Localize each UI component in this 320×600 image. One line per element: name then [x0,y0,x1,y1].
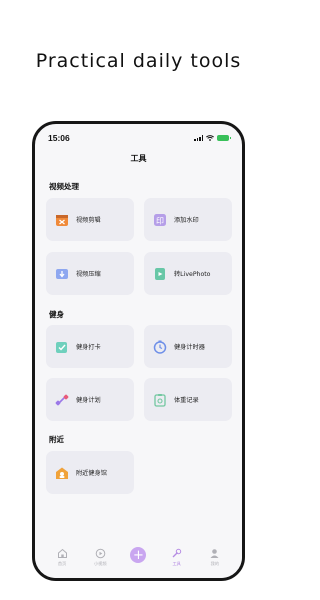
signal-icon [194,135,203,141]
profile-icon [209,548,220,559]
tab-tools[interactable]: 工具 [162,548,192,567]
scissors-icon [55,213,69,227]
timer-icon [153,340,167,354]
tool-card-video-compress[interactable]: 视频压缩 [46,252,134,295]
tab-profile[interactable]: 我的 [200,548,230,567]
tool-card-video-edit[interactable]: 视频剪辑 [46,198,134,241]
tool-card-label: 健身打卡 [76,344,101,351]
section-title-nearby: 附近 [49,435,64,444]
dumbbell-icon [55,393,69,407]
status-icons [194,135,231,141]
tab-label: 小视频 [93,561,107,566]
tools-icon [171,548,182,559]
tool-card-label: 健身计划 [76,397,101,404]
tool-card-livephoto[interactable]: 转LivePhoto [144,252,232,295]
plus-icon: + [130,547,147,563]
tool-card-label: 视频压缩 [76,271,101,278]
tab-label: 工具 [172,561,181,566]
scale-icon [153,393,167,407]
status-bar: 15:06 [35,124,242,146]
tab-create[interactable]: + [123,547,153,563]
tab-label: 首页 [57,561,67,566]
svg-text:印: 印 [156,216,164,225]
page-title: 工具 [130,154,147,163]
marketing-headline: Practical daily tools [35,50,242,72]
tool-card-fitness-plan[interactable]: 健身计划 [46,378,134,421]
tool-card-label: 健身计时器 [174,344,205,351]
tab-home[interactable]: 首页 [47,548,77,567]
section-title-video: 视频处理 [49,182,79,191]
tool-card-label: 视频剪辑 [76,217,101,224]
stamp-icon: 印 [153,213,167,227]
tool-card-weight-log[interactable]: 体重记录 [144,378,232,421]
wifi-icon [206,135,214,141]
tool-card-label: 转LivePhoto [174,271,211,278]
livephoto-icon [153,267,167,281]
tool-card-label: 添加水印 [174,217,199,224]
compress-icon [55,267,69,281]
phone-frame: 15:06 工具 视频处理 视频剪辑 印 添加水印 视频压缩 转LivePhot… [32,121,245,581]
tool-card-label: 附近健身馆 [76,470,107,477]
tool-card-watermark[interactable]: 印 添加水印 [144,198,232,241]
tool-card-label: 体重记录 [174,397,199,404]
video-icon [95,548,106,559]
tab-label: 我的 [210,561,220,566]
tab-short-video[interactable]: 小视频 [85,548,115,567]
status-time: 15:06 [48,133,70,143]
home-icon [57,548,68,559]
gym-icon [55,466,69,480]
tool-card-checkin[interactable]: 健身打卡 [46,325,134,368]
checkin-icon [55,340,69,354]
section-title-fitness: 健身 [49,310,64,319]
tool-card-fitness-timer[interactable]: 健身计时器 [144,325,232,368]
tool-card-nearby-gym[interactable]: 附近健身馆 [46,451,134,494]
battery-icon [217,135,231,141]
tab-bar: 首页 小视频 + 工具 我的 [35,542,242,578]
